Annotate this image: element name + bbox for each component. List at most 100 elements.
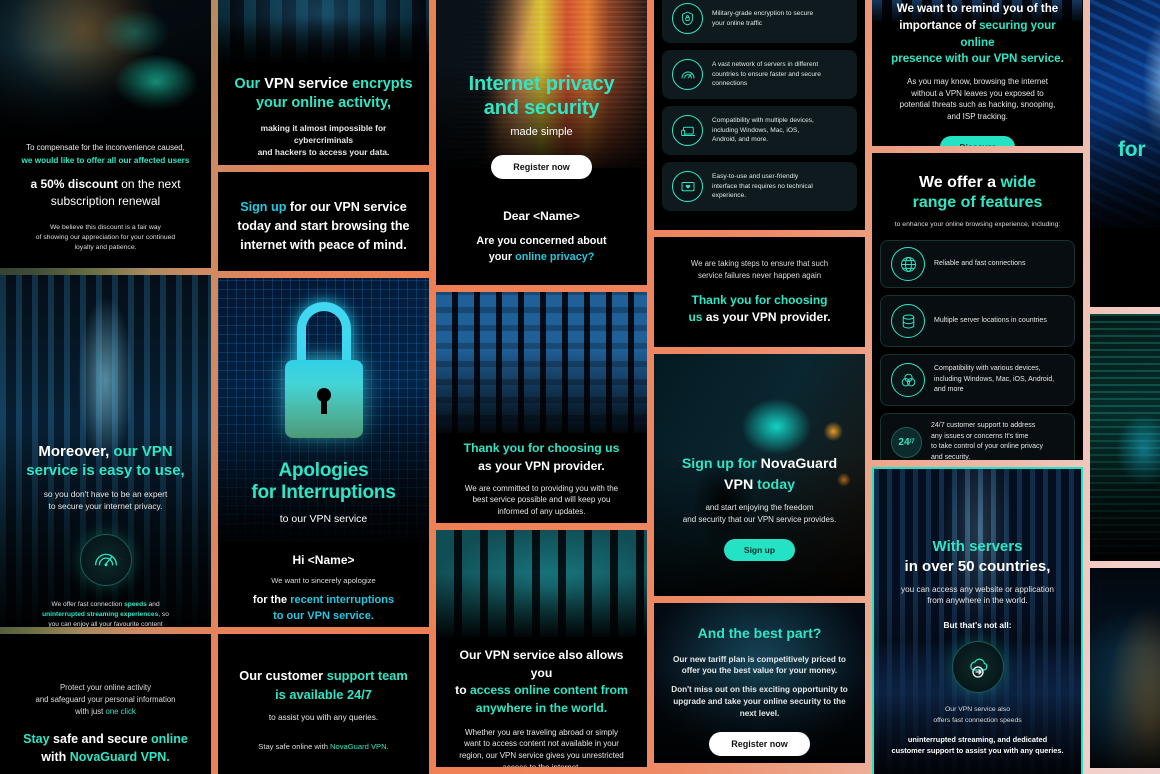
venn-devices-icon (891, 363, 925, 398)
register-now-button[interactable]: Register now (491, 154, 592, 179)
steps-h-c: as your VPN provider. (702, 310, 831, 325)
feature-item-servers: A vast network of servers in different c… (662, 50, 857, 99)
laptop-hacker-photo (0, 0, 211, 136)
features-list-card: Military-grade encryption to secure your… (654, 0, 865, 230)
feature-text-encryption: Military-grade encryption to secure your… (712, 9, 814, 27)
support-foot-b: NovaGuard VPN. (330, 741, 389, 751)
wide-features-card: We offer a wide range of features to enh… (872, 153, 1083, 460)
discount-headline-rest: on the next (117, 176, 181, 191)
remind-h-a: We want to remind you of the (896, 2, 1059, 15)
encrypt-h-b: VPN service (264, 76, 353, 92)
signup-partial-heading: Sign (1094, 432, 1160, 451)
cloud-speed-icon (951, 641, 1004, 694)
speed-gauge-icon (672, 59, 703, 90)
signup-peace-a: Sign up (240, 200, 287, 214)
woman-monitors-photo (218, 0, 429, 63)
privacy-greeting: Dear <Name> (503, 208, 580, 223)
protect-cta-b: safe and secure (49, 732, 152, 747)
remind-sub: As you may know, browsing the internet w… (899, 77, 1056, 121)
column-4: Military-grade encryption to secure your… (654, 0, 865, 774)
speed-gauge-icon (79, 533, 132, 586)
privacy-q-c: online privacy? (515, 250, 595, 263)
easy-headline-c: service is easy to use, (26, 461, 185, 479)
feature-text-easy: Easy-to-use and user-friendly interface … (712, 172, 813, 200)
database-stack-icon (891, 304, 925, 339)
wide-feature-reliable: Reliable and fast connections (880, 240, 1075, 289)
access-h-b: to (455, 683, 471, 698)
access-h-c: access online content from (470, 683, 628, 698)
servers-mid: But that's not all: (943, 620, 1012, 631)
signup-today-c: VPN (724, 476, 758, 493)
wide-feature-support: 24/7 24/7 customer support to address an… (880, 413, 1075, 460)
wide-feature-locations: Multiple server locations in countries (880, 295, 1075, 348)
easy-headline-b: our VPN (113, 443, 173, 460)
encrypt-h-a: Our (234, 76, 265, 92)
secure-partial-l4: while pr (1094, 686, 1160, 697)
servers-h-b: in over 50 countries, (904, 558, 1051, 576)
column-5: We want to remind you of the importance … (872, 0, 1083, 774)
thankyou-sub: We are committed to providing you with t… (464, 483, 619, 516)
access-sub: Whether you are traveling abroad or simp… (459, 727, 624, 767)
wide-h-b: wide (1000, 174, 1037, 191)
apology-partial-card: for We regr has c that h to (1090, 0, 1160, 307)
easy-foot-b: speeds (124, 600, 147, 608)
best-part-card: And the best part? Our new tariff plan i… (654, 603, 865, 763)
wide-feature-text-reliable: Reliable and fast connections (934, 259, 1026, 267)
sign-up-button[interactable]: Sign up (723, 539, 796, 562)
privacy-h1: Internet privacy (468, 73, 615, 95)
column-6-partial: for We regr has c that h to Sign and (1090, 0, 1160, 774)
servers-h-a: With servers (932, 538, 1023, 555)
discount-footnote: We believe this discount is a fair way o… (35, 223, 176, 252)
apology-partial-heading: for (1118, 138, 1146, 161)
thank-you-card: Thank you for choosing us as your VPN pr… (436, 292, 647, 523)
feature-text-servers: A vast network of servers in different c… (712, 60, 821, 88)
support-foot-a: Stay safe online with (258, 741, 331, 751)
encrypt-sub: making it almost impossible for cybercri… (257, 122, 390, 158)
discount-headline-line2: subscription renewal (50, 194, 161, 209)
encrypts-card: Our VPN service encrypts your online act… (218, 0, 429, 165)
wide-feature-text-support: 24/7 customer support to address any iss… (931, 422, 1044, 460)
wide-h-c: range of features (912, 194, 1043, 212)
column-2: Our VPN service encrypts your online act… (218, 0, 429, 774)
apologies-greeting: Hi <Name> (292, 553, 355, 568)
woman-wall-of-monitors-photo (436, 292, 647, 433)
servers-50-countries-card: With servers in over 50 countries, you c… (872, 467, 1083, 774)
support-sub: to assist you with any queries. (268, 713, 379, 723)
easy-foot-e: , so (158, 611, 169, 619)
best-part-p2: Don't miss out on this exciting opportun… (671, 685, 848, 719)
feature-item-easy: Easy-to-use and user-friendly interface … (662, 162, 857, 211)
discover-button[interactable]: Discover (939, 135, 1016, 146)
support-247-card: Our customer support team is available 2… (218, 634, 429, 774)
encrypt-h-c: encrypts (352, 76, 413, 92)
glass-on-circuit-board-photo (1090, 0, 1160, 228)
access-anywhere-card: Our VPN service also allows you to acces… (436, 530, 647, 767)
signup-partial-card: Sign and (1090, 314, 1160, 561)
easy-foot-f: you can enjoy all your favourite content (48, 621, 163, 627)
privacy-h2: and security (483, 97, 600, 119)
secure-partial-card: We a VPN se secure while pr (1090, 568, 1160, 768)
signup-today-b: NovaGuard (760, 456, 838, 472)
protect-line-1: Protect your online activity (59, 683, 151, 692)
signup-today-a: Sign up for (681, 456, 761, 472)
protect-line-2: and safeguard your personal information (35, 695, 176, 705)
easy-to-use-card: Moreover, our VPN service is easy to use… (0, 275, 211, 627)
support-h-c: is available 24/7 (275, 686, 372, 702)
discount-card: To compensate for the inconvenience caus… (0, 0, 211, 268)
signup-today-card: Sign up for NovaGuard VPN today and star… (654, 354, 865, 596)
easy-sub: so you don't have to be an expert to sec… (43, 488, 168, 511)
support-h-a: Our customer (239, 668, 327, 683)
column-3: Internet privacy and security made simpl… (436, 0, 647, 774)
apologies-line2-b: recent interruptions (290, 594, 395, 607)
signup-peace-b: for our VPN service (286, 200, 407, 214)
protect-cta-c: online (151, 732, 188, 747)
easy-headline-a: Moreover, (38, 443, 114, 460)
shield-lock-icon (672, 3, 703, 34)
access-h-d: anywhere in the world. (475, 701, 608, 716)
24-7-badge-icon: 24/7 (891, 426, 922, 458)
register-now-button-2[interactable]: Register now (709, 731, 810, 756)
apologies-line-1: We want to sincerely apologize (271, 575, 376, 585)
protect-cta-d: with (41, 750, 70, 765)
apologies-h-b: for Interruptions (251, 482, 396, 504)
steps-line-1: We are taking steps to ensure that such (690, 259, 829, 268)
best-part-heading: And the best part? (697, 625, 822, 641)
